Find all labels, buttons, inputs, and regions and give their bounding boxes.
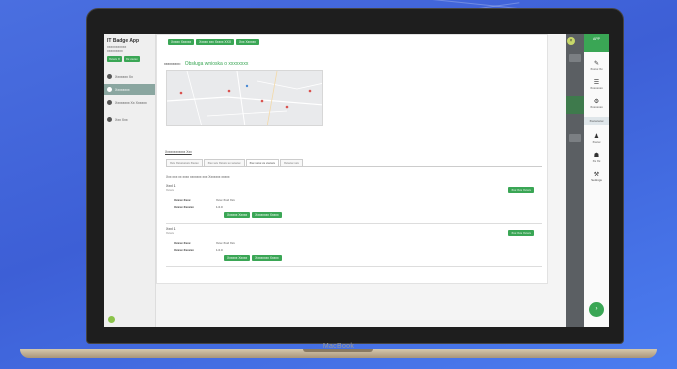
list-icon: ☰ <box>593 80 600 86</box>
right-menu-label: Xxxxxxxxx <box>589 119 604 123</box>
gear-icon <box>107 117 112 122</box>
plugin-row: Xxxxx Xxxx Xxxx Xxxl Xxx <box>166 198 542 202</box>
plugin-actions: Xxxxxx Xxxxx Xxxxxxxx Xxxxx <box>224 255 542 261</box>
plugin-row: Xxxxx Xxxx Xxxx Xxxl Xxx <box>166 241 542 245</box>
plugin-row: Xxxxx Xxxxxx 1.0.0 <box>166 248 542 252</box>
map[interactable] <box>166 70 323 126</box>
sidebar-item-label: Xxxxxxxx <box>115 87 130 92</box>
sidebar-item-label: Xxx Xxx <box>115 117 128 122</box>
user-icon: ♟ <box>593 134 600 140</box>
right-menu-item[interactable]: ☗ Xx Xx <box>584 152 609 163</box>
right-menu-label: Xxxxx Xx <box>590 67 603 71</box>
toolbar-button[interactable]: Xxxxx Xxxxxx <box>168 39 195 45</box>
right-menu-item[interactable]: ⚙ Xxxxxxxx <box>584 98 609 109</box>
sidebar-button[interactable]: Xxxxx X <box>107 56 122 62</box>
location-row: xxxxxxxxx: Obsługa wnioska o xxxxxxxx <box>164 61 248 67</box>
building-icon: ☗ <box>593 153 600 159</box>
edit-icon: ✎ <box>593 61 600 67</box>
plugin-subtitle: Xxxxx <box>166 188 175 192</box>
settings-icon: ⚒ <box>593 172 600 178</box>
right-menu-item[interactable]: ☰ Xxxxxxxx <box>584 79 609 90</box>
right-menu-label: Xxxxx <box>592 140 601 144</box>
sidebar-item-label: Xxxxxxx Xx <box>115 74 133 79</box>
laptop-notch <box>303 349 373 352</box>
sidebar-item-label: Xxxxxxxx Xx Xxxxxx <box>115 100 147 105</box>
plugin-value: Xxxx Xxxl Xxx <box>216 198 235 202</box>
right-menu-item[interactable]: ♟ Xxxxx <box>584 133 609 144</box>
sidebar-item[interactable]: Xxxxxxx Xx <box>104 71 155 82</box>
right-menu-label: Settings <box>591 178 602 182</box>
app-title: IT Badge App <box>107 38 140 44</box>
toolbar: Xxxxx Xxxxxx Xxxxx xxx Xxxxx XXX Xxx Xxx… <box>168 39 259 45</box>
app-logo: APP <box>584 34 609 52</box>
right-menu-item[interactable]: ⚒ Settings <box>584 171 609 182</box>
sidebar-item[interactable]: Xxxxxxxx Xx Xxxxxx <box>104 97 155 108</box>
plugin-key: Xxxxx Xxxxxx <box>174 248 194 252</box>
plugin-actions: Xxxxxx Xxxxx Xxxxxxxx Xxxxx <box>224 212 542 218</box>
nav-icon <box>107 74 112 79</box>
sidebar-buttons: Xxxxx X Xx xxxxx <box>104 53 155 65</box>
plugin-key: Xxxxx Xxxx <box>174 198 191 202</box>
sidebar: IT Badge App xxxxxxxxxxx xxxxxxxxx Xxxxx… <box>104 34 156 327</box>
close-icon[interactable]: × <box>567 37 575 45</box>
plugin-value: 1.0.0 <box>216 205 223 209</box>
plugin-action-button[interactable]: Xxxxxxxx Xxxxx <box>252 212 282 218</box>
plugin-action-button[interactable]: Xxxxxx Xxxxx <box>224 212 251 218</box>
nav-icon <box>107 87 112 92</box>
plugin-key: Xxxxx Xxxx <box>174 241 191 245</box>
plugin-action-button[interactable]: Xxxxxxxx Xxxxx <box>252 255 282 261</box>
divider <box>166 266 542 267</box>
help-icon[interactable] <box>108 316 115 323</box>
nav-icon <box>107 100 112 105</box>
divider <box>166 223 542 224</box>
next-arrow-button[interactable]: › <box>589 302 604 317</box>
highlight-band <box>566 96 584 114</box>
plugin-card: Xxxl 1 Xxxxx Xxx Xxx Xxxxx Xxxxx Xxxx Xx… <box>166 184 542 224</box>
screen: IT Badge App xxxxxxxxxxx xxxxxxxxx Xxxxx… <box>104 34 609 327</box>
plugin-card: Xxxl 1 Xxxxx Xxx Xxx Xxxxx Xxxxx Xxxx Xx… <box>166 227 542 267</box>
section-link[interactable]: Xxxxxxxxxxxx Xxx <box>165 150 192 154</box>
sidebar-item[interactable]: Xxxxxxxx <box>104 84 155 95</box>
plugin-action-button[interactable]: Xxxxxx Xxxxx <box>224 255 251 261</box>
sidebar-item[interactable]: Xxx Xxx <box>104 114 155 125</box>
sidebar-button[interactable]: Xx xxxxx <box>123 56 140 62</box>
right-menu-label: Xxxxxxxx <box>590 86 603 90</box>
side-drawer-strip <box>566 34 584 327</box>
gear-icon: ⚙ <box>593 99 600 105</box>
drawer-control[interactable] <box>569 54 581 62</box>
location-label: xxxxxxxxx: <box>164 62 181 66</box>
plugin-value: Xxxx Xxxl Xxx <box>216 241 235 245</box>
plugin-row: Xxxxx Xxxxxx 1.0.0 <box>166 205 542 209</box>
add-plugin-button[interactable]: Xxx Xxx Xxxxx <box>508 187 534 193</box>
right-menu-item-active[interactable]: Xxxxxxxxx <box>584 117 609 125</box>
main-content: Xxxxx Xxxxxx Xxxxx xxx Xxxxx XXX Xxx Xxx… <box>156 34 566 327</box>
toolbar-button[interactable]: Xxx Xxxxxx <box>236 39 259 45</box>
plugin-key: Xxxxx Xxxxxx <box>174 205 194 209</box>
tab-description: Xxx xxx xx xxxx xxxxxxx xxx Xxxxxxx xxxx… <box>166 175 230 179</box>
right-menu: APP ✎ Xxxxx Xx ☰ Xxxxxxxx ⚙ Xxxxxxxx Xxx… <box>584 34 609 327</box>
right-menu-label: Xx Xx <box>592 159 601 163</box>
map-roads <box>167 71 322 125</box>
toolbar-button[interactable]: Xxxxx xxx Xxxxx XXX <box>196 39 235 45</box>
drawer-control[interactable] <box>569 134 581 142</box>
location-value: Obsługa wnioska o xxxxxxxx <box>184 61 249 67</box>
plugin-subtitle: Xxxxx <box>166 231 175 235</box>
right-menu-item[interactable]: ✎ Xxxxx Xx <box>584 60 609 71</box>
tab-divider <box>166 166 542 167</box>
right-menu-label: Xxxxxxxx <box>590 105 603 109</box>
content-card: Xxxxx Xxxxxx Xxxxx xxx Xxxxx XXX Xxx Xxx… <box>156 34 548 284</box>
plugin-value: 1.0.0 <box>216 248 223 252</box>
add-plugin-button[interactable]: Xxx Xxx Xxxxx <box>508 230 534 236</box>
